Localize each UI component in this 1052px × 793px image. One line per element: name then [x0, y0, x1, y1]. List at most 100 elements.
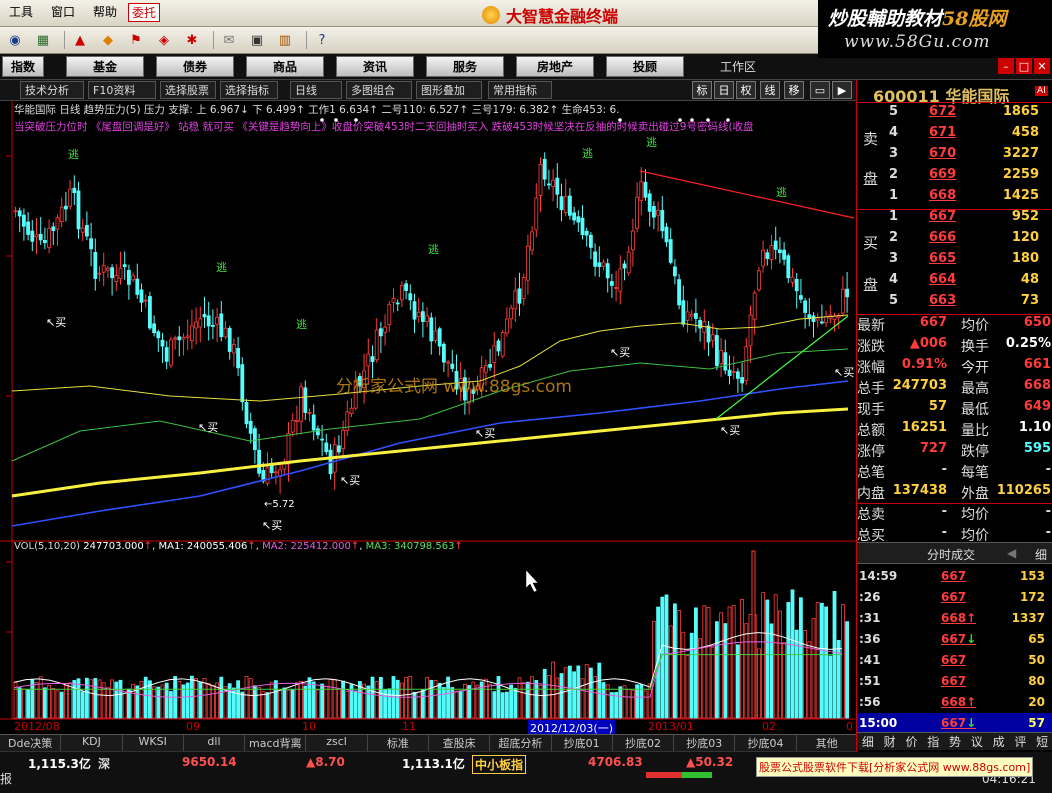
indicator-tab[interactable]: macd背离	[245, 735, 307, 751]
nav-news[interactable]: 资讯	[336, 56, 414, 77]
books-icon[interactable]: ▥	[274, 30, 296, 50]
alert-icon[interactable]: ◈	[153, 30, 175, 50]
bid-row[interactable]: 3 665 180	[857, 251, 1052, 272]
ask-price[interactable]: 672	[929, 104, 956, 119]
bid-row[interactable]: 4 664 48	[857, 272, 1052, 293]
window-icon[interactable]: ▣	[246, 30, 268, 50]
tab-move[interactable]: 移	[784, 81, 804, 99]
mail-icon[interactable]: ✉	[218, 30, 240, 50]
quote-tab[interactable]: 短	[1031, 733, 1052, 750]
quote-tab[interactable]: 指	[922, 733, 944, 750]
indicator-tab[interactable]: 抄底01	[552, 735, 613, 751]
binoculars-icon[interactable]: ◉	[4, 30, 26, 50]
candle-body	[244, 402, 249, 425]
indicator-tab[interactable]: 其他	[797, 735, 858, 751]
tab-line[interactable]: 线	[760, 81, 780, 99]
tab-day[interactable]: 日	[714, 81, 734, 99]
bid-price[interactable]: 663	[929, 293, 956, 308]
ask-row[interactable]: 3 670 3227	[857, 146, 1052, 167]
trade-volume: 1337	[1011, 611, 1045, 625]
indicator-tab[interactable]: 查股床	[429, 735, 491, 751]
next-icon[interactable]: ▶	[832, 81, 852, 99]
nav-service[interactable]: 服务	[426, 56, 504, 77]
candle-body	[652, 206, 656, 218]
quote-tab[interactable]: 细	[857, 733, 879, 750]
diamond-icon[interactable]: ◆	[97, 30, 119, 50]
bid-price[interactable]: 667	[929, 209, 956, 224]
promo-link[interactable]: 股票公式股票软件下载[分析家公式网 www.88gs.com]	[756, 757, 1034, 777]
settings-icon[interactable]: ✱	[181, 30, 203, 50]
quote-tab[interactable]: 价	[901, 733, 923, 750]
indicator-tab[interactable]: 超底分析	[490, 735, 552, 751]
indicator-tab[interactable]: dll	[184, 735, 246, 751]
indicator-tab[interactable]: Dde决策	[0, 735, 62, 751]
indicator-tab[interactable]: KDJ	[61, 735, 123, 751]
stat-row: 总额 16251 量比 1.10	[857, 420, 1052, 441]
quote-tab[interactable]: 议	[966, 733, 988, 750]
bid-price[interactable]: 665	[929, 251, 956, 266]
ask-price[interactable]: 668	[929, 188, 956, 203]
candle-body	[782, 249, 786, 260]
quote-tab[interactable]: 成	[988, 733, 1010, 750]
candle-body	[420, 311, 425, 322]
nav-realestate[interactable]: 房地产	[516, 56, 594, 77]
tab-technical[interactable]: 技术分析	[20, 81, 84, 99]
bid-row[interactable]: 5 663 73	[857, 293, 1052, 314]
minimize-icon[interactable]: –	[998, 58, 1014, 74]
ask-price[interactable]: 669	[929, 167, 956, 182]
menu-window[interactable]: 窗口	[42, 3, 84, 22]
volume-bar	[694, 607, 698, 719]
tab-select-stock[interactable]: 选择股票	[160, 81, 216, 99]
nav-bond[interactable]: 债券	[156, 56, 234, 77]
nav-index[interactable]: 指数	[2, 56, 44, 77]
menu-tools[interactable]: 工具	[0, 3, 42, 22]
ask-row[interactable]: 5 672 1865	[857, 104, 1052, 125]
nav-advisor[interactable]: 投顾	[606, 56, 684, 77]
close-icon[interactable]: ✕	[1034, 58, 1050, 74]
indicator-tab[interactable]: 抄底03	[674, 735, 736, 751]
stock-icon[interactable]: ▲	[69, 30, 91, 50]
tab-select-indicator[interactable]: 选择指标	[220, 81, 278, 99]
tab-daily[interactable]: 日线	[290, 81, 342, 99]
bid-price[interactable]: 664	[929, 272, 956, 287]
trade-time: :31	[859, 611, 881, 625]
nav-fund[interactable]: 基金	[66, 56, 144, 77]
quote-tab[interactable]: 势	[944, 733, 966, 750]
indicator-tab[interactable]: WKSI	[123, 735, 184, 751]
tab-mark[interactable]: 标	[692, 81, 712, 99]
menu-help[interactable]: 帮助	[84, 3, 126, 22]
tab-rights[interactable]: 权	[736, 81, 756, 99]
help-icon[interactable]: ?	[311, 30, 333, 50]
bid-row[interactable]: 2 666 120	[857, 230, 1052, 251]
tab-common-indicator[interactable]: 常用指标	[488, 81, 552, 99]
indicator-tab[interactable]: zscl	[306, 735, 368, 751]
indicator-tab[interactable]: 抄底02	[613, 735, 675, 751]
nav-commodity[interactable]: 商品	[246, 56, 324, 77]
ai-badge[interactable]: AI	[1035, 86, 1048, 96]
candle-body	[127, 269, 131, 285]
ask-row[interactable]: 1 668 1425	[857, 188, 1052, 209]
bid-price[interactable]: 666	[929, 230, 956, 245]
tab-f10[interactable]: F10资料	[88, 81, 156, 99]
stat-value: -	[941, 525, 947, 540]
ask-price[interactable]: 670	[929, 146, 956, 161]
kline-chart[interactable]: 逃逃逃逃逃逃逃↖买↖买↖买↖买↖买↖买↖买↖买←5.72分析家公式网 www.8…	[0, 101, 856, 721]
ask-row[interactable]: 4 671 458	[857, 125, 1052, 146]
quote-tab[interactable]: 财	[879, 733, 901, 750]
bid-row[interactable]: 1 667 952	[857, 209, 1052, 230]
indicator-tab[interactable]: 标准	[368, 735, 429, 751]
indicator-tab[interactable]: 抄底04	[735, 735, 797, 751]
ask-price[interactable]: 671	[929, 125, 956, 140]
tab-multi-chart[interactable]: 多图组合	[346, 81, 412, 99]
workarea-label[interactable]: 工作区	[720, 58, 756, 75]
restore-icon[interactable]: □	[1016, 58, 1032, 74]
tab-overlay[interactable]: 图形叠加	[416, 81, 482, 99]
flag-icon[interactable]: ⚑	[125, 30, 147, 50]
ask-row[interactable]: 2 669 2259	[857, 167, 1052, 188]
expand-icon[interactable]: ▭	[810, 81, 830, 99]
chart-icon[interactable]: ▦	[32, 30, 54, 50]
trade-detail-toggle[interactable]: 细	[1035, 546, 1047, 563]
quote-tab[interactable]: 评	[1009, 733, 1031, 750]
menu-trade[interactable]: 委托	[128, 3, 161, 22]
stat-label: 总笔	[857, 465, 885, 481]
